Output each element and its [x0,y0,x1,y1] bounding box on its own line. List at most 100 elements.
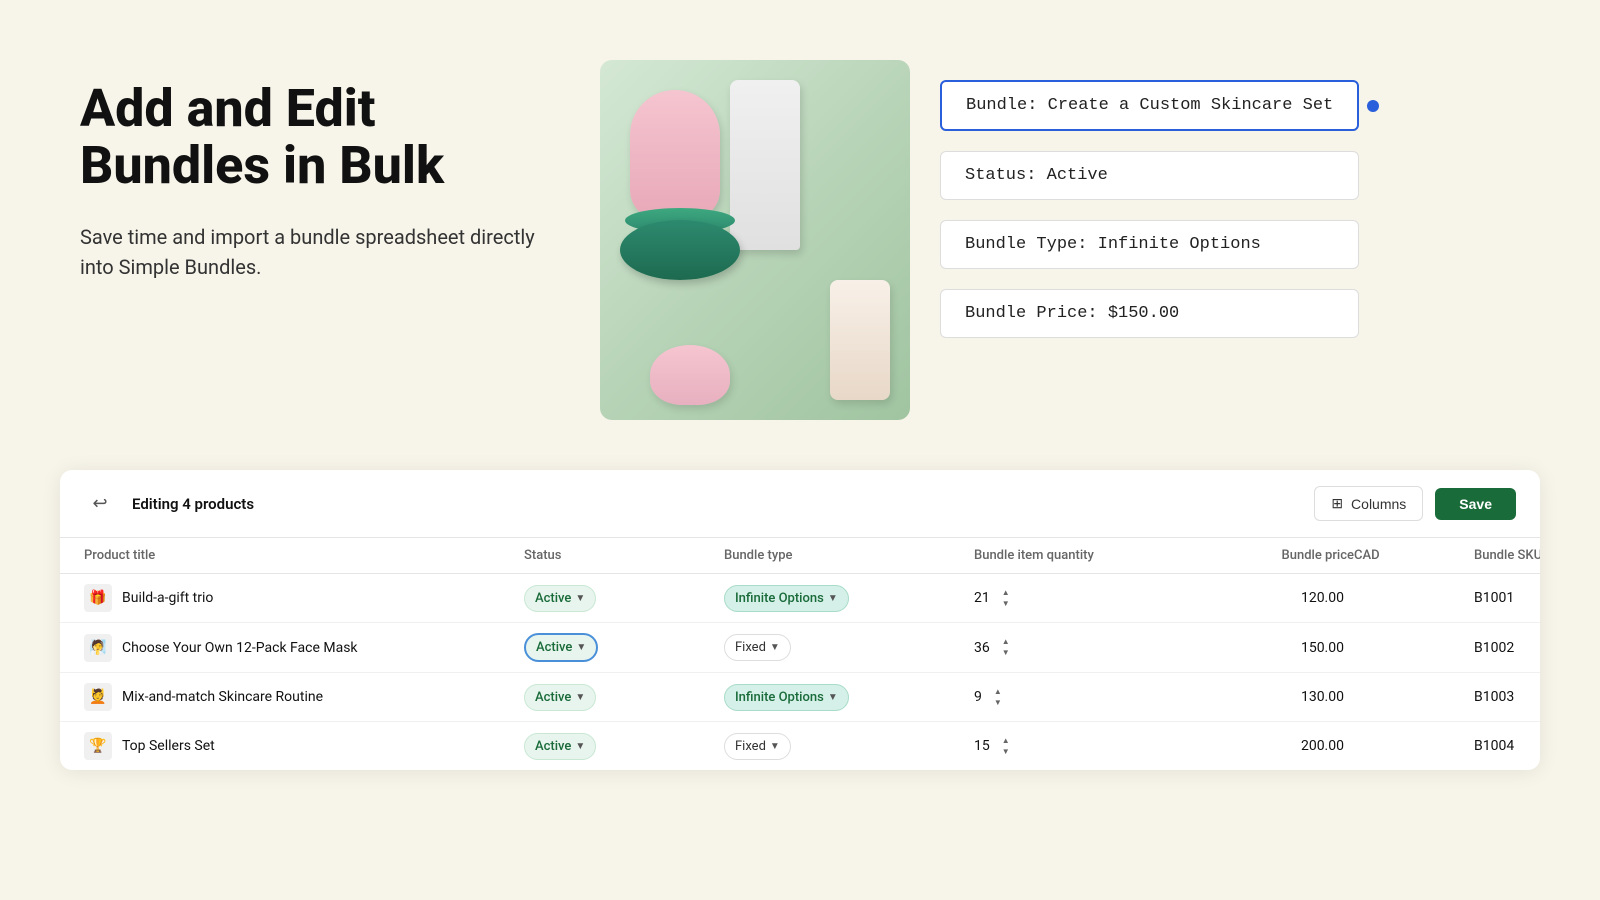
quantity-cell: 36 ▲ ▼ [974,637,1194,658]
col-header-status: Status [524,548,724,563]
quantity-value: 15 [974,738,990,754]
product-title: Choose Your Own 12-Pack Face Mask [122,640,358,656]
chevron-down-icon: ▼ [828,692,838,703]
status-cell: Active ▼ [524,684,724,711]
col-header-sku: Bundle SKU [1474,548,1540,563]
panel-title: Editing 4 products [132,495,1298,513]
product-cell: 🏆 Top Sellers Set [84,732,524,760]
sku-cell: B1002 [1474,640,1540,656]
hero-title: Add and Edit Bundles in Bulk [80,80,540,194]
quantity-value: 21 [974,590,990,606]
back-icon[interactable]: ↩ [84,488,116,520]
chevron-down-icon: ▼ [575,692,585,703]
bottom-section: ↩ Editing 4 products ⊞ Columns Save Prod… [0,470,1600,770]
quantity-stepper[interactable]: ▲ ▼ [998,637,1014,658]
quantity-decrement[interactable]: ▼ [998,747,1014,757]
quantity-decrement[interactable]: ▼ [990,698,1006,708]
status-label: Active [535,591,571,606]
table-row: 🏆 Top Sellers Set Active ▼ Fixed ▼ 15 ▲ … [60,722,1540,770]
columns-grid-icon: ⊞ [1331,495,1343,512]
table-row: 🧖 Choose Your Own 12-Pack Face Mask Acti… [60,623,1540,673]
bundle-type-badge[interactable]: Infinite Options ▼ [724,684,849,711]
status-label: Active [535,739,571,754]
bundle-type-badge[interactable]: Infinite Options ▼ [724,585,849,612]
bundle-type-fixed[interactable]: Fixed ▼ [724,634,791,661]
status-cell: Active ▼ [524,585,724,612]
quantity-increment[interactable]: ▲ [998,588,1014,598]
price-cell: 130.00 [1194,689,1354,705]
quantity-increment[interactable]: ▲ [990,687,1006,697]
product-cell: 💆 Mix-and-match Skincare Routine [84,683,524,711]
hero-subtitle: Save time and import a bundle spreadshee… [80,222,540,282]
product-title: Build-a-gift trio [122,590,213,606]
col-header-cad: CAD [1354,548,1474,563]
hero-text-section: Add and Edit Bundles in Bulk Save time a… [80,60,540,282]
product-icon: 💆 [84,683,112,711]
panel-header: ↩ Editing 4 products ⊞ Columns Save [60,470,1540,538]
status-dropdown[interactable]: Active ▼ [524,733,596,760]
info-cards: Bundle: Create a Custom Skincare Set Sta… [940,60,1359,338]
sku-cell: B1003 [1474,689,1540,705]
status-cell: Active ▼ [524,733,724,760]
product-icon: 🧖 [84,634,112,662]
col-header-bundle-type: Bundle type [724,548,974,563]
quantity-stepper[interactable]: ▲ ▼ [998,736,1014,757]
product-icon: 🎁 [84,584,112,612]
col-header-price: Bundle price [1194,548,1354,563]
quantity-cell: 15 ▲ ▼ [974,736,1194,757]
quantity-increment[interactable]: ▲ [998,637,1014,647]
status-card: Status: Active [940,151,1359,200]
bundle-name-card: Bundle: Create a Custom Skincare Set [940,80,1359,131]
price-cell: 150.00 [1194,640,1354,656]
quantity-stepper[interactable]: ▲ ▼ [990,687,1006,708]
status-dropdown[interactable]: Active ▼ [524,585,596,612]
table-row: 🎁 Build-a-gift trio Active ▼ Infinite Op… [60,574,1540,623]
quantity-increment[interactable]: ▲ [998,736,1014,746]
chevron-down-icon: ▼ [770,642,780,653]
spreadsheet-panel: ↩ Editing 4 products ⊞ Columns Save Prod… [60,470,1540,770]
status-label: Active [535,690,571,705]
sku-cell: B1001 [1474,590,1540,606]
quantity-cell: 21 ▲ ▼ [974,588,1194,609]
bundle-type-cell: Fixed ▼ [724,634,974,661]
col-header-quantity: Bundle item quantity [974,548,1194,563]
chevron-down-icon: ▼ [575,741,585,752]
table-body: 🎁 Build-a-gift trio Active ▼ Infinite Op… [60,574,1540,770]
status-label: Active [536,640,572,655]
bundle-type-fixed[interactable]: Fixed ▼ [724,733,791,760]
status-cell: Active ▼ [524,633,724,662]
table-row: 💆 Mix-and-match Skincare Routine Active … [60,673,1540,722]
quantity-value: 9 [974,689,982,705]
quantity-cell: 9 ▲ ▼ [974,687,1194,708]
bundle-type-cell: Infinite Options ▼ [724,585,974,612]
chevron-down-icon: ▼ [576,642,586,653]
quantity-stepper[interactable]: ▲ ▼ [998,588,1014,609]
bundle-type-cell: Infinite Options ▼ [724,684,974,711]
chevron-down-icon: ▼ [828,593,838,604]
quantity-value: 36 [974,640,990,656]
chevron-down-icon: ▼ [575,593,585,604]
save-button[interactable]: Save [1435,488,1516,520]
data-table: Product title Status Bundle type Bundle … [60,538,1540,770]
header-actions: ⊞ Columns Save [1314,486,1516,521]
status-dropdown[interactable]: Active ▼ [524,633,598,662]
product-icon: 🏆 [84,732,112,760]
hero-visual: Bundle: Create a Custom Skincare Set Sta… [600,60,1520,420]
col-header-product-title: Product title [84,548,524,563]
product-title: Top Sellers Set [122,738,215,754]
quantity-decrement[interactable]: ▼ [998,599,1014,609]
sku-cell: B1004 [1474,738,1540,754]
table-header-row: Product title Status Bundle type Bundle … [60,538,1540,574]
chevron-down-icon: ▼ [770,741,780,752]
columns-button[interactable]: ⊞ Columns [1314,486,1423,521]
status-dropdown[interactable]: Active ▼ [524,684,596,711]
quantity-decrement[interactable]: ▼ [998,648,1014,658]
product-cell: 🎁 Build-a-gift trio [84,584,524,612]
bundle-type-cell: Fixed ▼ [724,733,974,760]
product-cell: 🧖 Choose Your Own 12-Pack Face Mask [84,634,524,662]
product-image [600,60,910,420]
price-cell: 120.00 [1194,590,1354,606]
price-cell: 200.00 [1194,738,1354,754]
bundle-type-card: Bundle Type: Infinite Options [940,220,1359,269]
bundle-price-card: Bundle Price: $150.00 [940,289,1359,338]
